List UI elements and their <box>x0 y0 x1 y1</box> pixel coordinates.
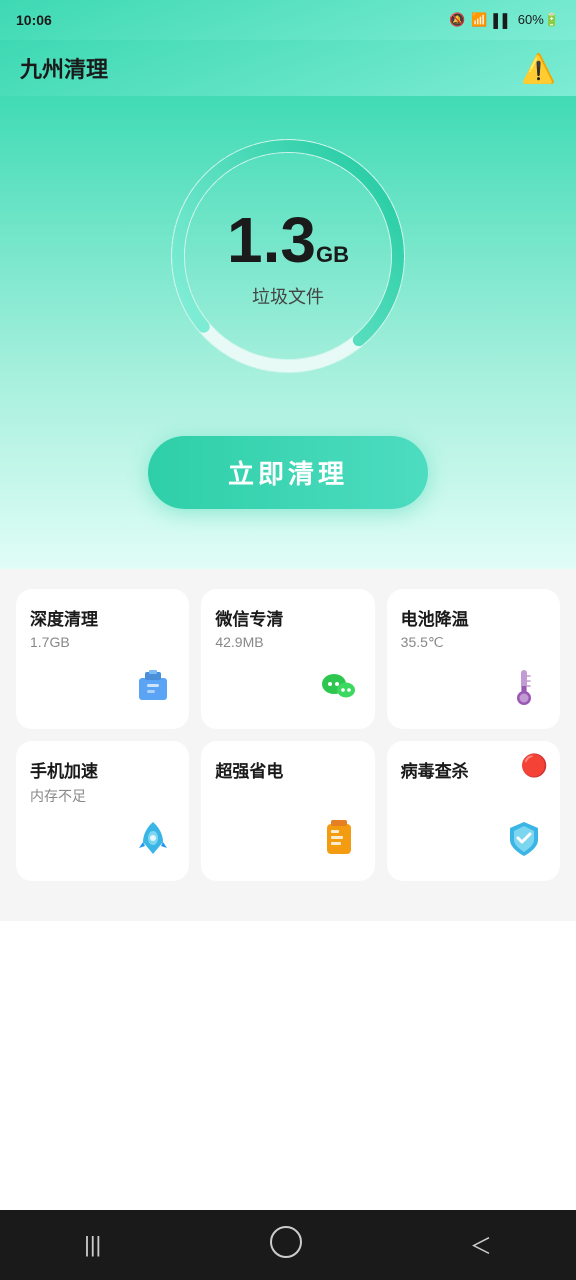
deep-clean-icon <box>131 664 175 715</box>
card-speed-title: 手机加速 <box>30 757 98 782</box>
status-time: 10:06 <box>16 12 52 28</box>
card-phone-speed[interactable]: 手机加速 内存不足 <box>16 741 189 881</box>
storage-gauge: 1.3GB 垃圾文件 <box>158 126 418 386</box>
cards-section: 深度清理 1.7GB 微信专清 42.9MB <box>0 569 576 921</box>
thermometer-icon <box>502 664 546 715</box>
mute-icon: 🔕 <box>449 12 465 28</box>
battery-save-icon <box>317 816 361 867</box>
gauge-value: 1.3GB <box>227 203 349 277</box>
card-battery-cool[interactable]: 电池降温 35.5℃ <box>387 589 560 729</box>
clean-button[interactable]: 立即清理 <box>148 436 428 509</box>
status-icons: 🔕 📶 ▌▌ 60%🔋 <box>449 12 560 28</box>
signal-icon: ▌▌ <box>493 13 511 28</box>
wifi-icon: 📶 <box>471 12 487 28</box>
card-battery-sub: 35.5℃ <box>401 634 444 651</box>
card-wechat-sub: 42.9MB <box>215 634 263 650</box>
gauge-inner: 1.3GB 垃圾文件 <box>227 203 349 309</box>
nav-bar: ||| ＜ <box>0 1210 576 1280</box>
nav-recent[interactable]: ||| <box>54 1222 131 1268</box>
card-wechat-title: 微信专清 <box>215 605 283 630</box>
card-wechat-clean[interactable]: 微信专清 42.9MB <box>201 589 374 729</box>
card-deep-clean[interactable]: 深度清理 1.7GB <box>16 589 189 729</box>
cards-grid: 深度清理 1.7GB 微信专清 42.9MB <box>16 589 560 881</box>
card-deep-clean-title: 深度清理 <box>30 605 98 630</box>
card-super-save[interactable]: 超强省电 <box>201 741 374 881</box>
app-title: 九州清理 <box>20 52 108 84</box>
card-save-title: 超强省电 <box>215 757 283 782</box>
top-section: 1.3GB 垃圾文件 立即清理 <box>0 96 576 569</box>
virus-badge: 🔴 <box>521 753 548 779</box>
shield-icon <box>502 816 546 867</box>
home-circle-icon <box>270 1226 302 1258</box>
card-deep-clean-sub: 1.7GB <box>30 634 70 650</box>
card-speed-sub: 内存不足 <box>30 786 86 806</box>
wechat-icon <box>317 664 361 715</box>
gauge-label: 垃圾文件 <box>227 283 349 309</box>
nav-home[interactable] <box>240 1216 332 1274</box>
card-virus-scan[interactable]: 🔴 病毒查杀 <box>387 741 560 881</box>
nav-back[interactable]: ＜ <box>440 1219 522 1271</box>
card-battery-title: 电池降温 <box>401 605 469 630</box>
rocket-icon <box>131 816 175 867</box>
bottom-space <box>0 921 576 1121</box>
warning-icon[interactable]: ⚠️ <box>521 52 556 85</box>
battery-icon: 60%🔋 <box>518 12 560 28</box>
app-header: 九州清理 ⚠️ <box>0 40 576 96</box>
card-virus-title: 病毒查杀 <box>401 757 469 782</box>
status-bar: 10:06 🔕 📶 ▌▌ 60%🔋 <box>0 0 576 40</box>
